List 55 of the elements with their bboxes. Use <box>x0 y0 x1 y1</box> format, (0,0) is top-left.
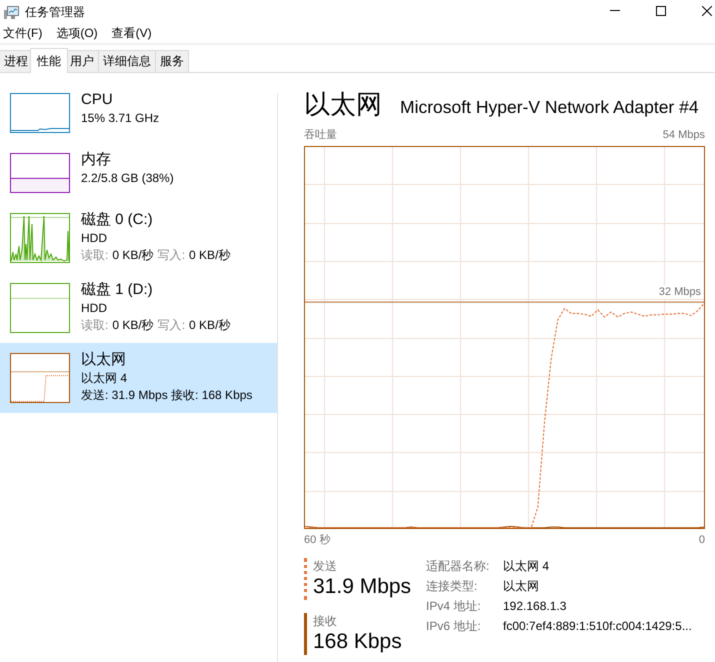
maximize-icon <box>656 6 666 16</box>
resource-name: CPU <box>81 90 114 110</box>
stat-label: 写入: <box>158 317 186 334</box>
resource-detail: 2.2/5.8 GB (38%) <box>81 170 174 187</box>
property-value: 以太网 4 <box>503 558 550 575</box>
tab[interactable]: 详细信息 <box>98 50 156 72</box>
stat-label: 发送 <box>313 558 338 574</box>
property-label: 适配器名称: <box>426 558 490 575</box>
resource-name: 以太网 <box>81 350 127 370</box>
time-axis-label: 60 秒 <box>304 533 330 547</box>
stat-value: 0 KB/秒 <box>189 247 230 264</box>
page-title: 以太网 <box>304 88 382 121</box>
resource-list-item[interactable]: 以太网 以太网 4 发送: 31.9 Mbps 接收: 168 Kbps <box>0 343 277 413</box>
stat-value: 0 KB/秒 <box>112 247 154 264</box>
property-value: fc00:7ef4:889:1:510f:c004:1429:5... <box>503 618 692 635</box>
stat-label: 写入: <box>158 247 186 264</box>
stat-value: 168 Kbps <box>313 629 402 655</box>
menu-item[interactable]: 选项(O) <box>53 25 101 42</box>
minimize-icon <box>610 10 620 11</box>
time-axis-label: 0 <box>698 533 705 547</box>
monitor-graph-icon <box>4 6 19 18</box>
resource-list-item[interactable]: 磁盘 0 (C:) HDD 读取: 0 KB/秒 写入: 0 KB/秒 <box>0 203 277 273</box>
stat-label: 读取: <box>81 317 108 334</box>
scale-max-label: 54 Mbps <box>662 128 705 142</box>
property-value: 192.168.1.3 <box>503 598 568 615</box>
resource-detail: HDD <box>81 230 108 247</box>
resource-detail: 发送: 31.9 Mbps 接收: 168 Kbps <box>81 387 252 404</box>
stat-value: 0 KB/秒 <box>189 317 230 334</box>
tab[interactable]: 服务 <box>155 50 189 72</box>
tab[interactable]: 性能 <box>30 48 68 73</box>
graph-title: 吞吐量 <box>304 128 337 142</box>
resource-detail: 以太网 4 <box>81 370 128 387</box>
property-label: IPv6 地址: <box>426 618 482 635</box>
tab[interactable]: 进程 <box>0 50 33 72</box>
stat-value: 31.9 Mbps <box>313 574 412 600</box>
close-icon <box>702 6 712 16</box>
resource-list-item[interactable]: 磁盘 1 (D:) HDD 读取: 0 KB/秒 写入: 0 KB/秒 <box>0 273 277 343</box>
stat-label: 接收 <box>313 613 338 629</box>
menu-item[interactable]: 查看(V) <box>108 25 155 42</box>
property-value: 以太网 <box>503 578 540 595</box>
resource-name: 磁盘 0 (C:) <box>81 210 154 230</box>
scale-line-label: 32 Mbps <box>658 285 701 300</box>
resource-list-item[interactable]: CPU 15% 3.71 GHz <box>0 83 277 143</box>
resource-detail: 15% 3.71 GHz <box>81 110 160 127</box>
property-label: IPv4 地址: <box>426 598 482 615</box>
resource-name: 磁盘 1 (D:) <box>81 280 154 300</box>
resource-list-item[interactable]: 内存 2.2/5.8 GB (38%) <box>0 143 277 203</box>
adapter-name: Microsoft Hyper-V Network Adapter #4 <box>400 97 699 118</box>
property-label: 连接类型: <box>426 578 478 595</box>
stat-label: 读取: <box>81 247 108 264</box>
stat-value: 0 KB/秒 <box>112 317 154 334</box>
menu-item[interactable]: 文件(F) <box>0 25 46 42</box>
window-title: 任务管理器 <box>25 4 85 20</box>
resource-name: 内存 <box>81 150 112 170</box>
resource-detail: HDD <box>81 300 108 317</box>
